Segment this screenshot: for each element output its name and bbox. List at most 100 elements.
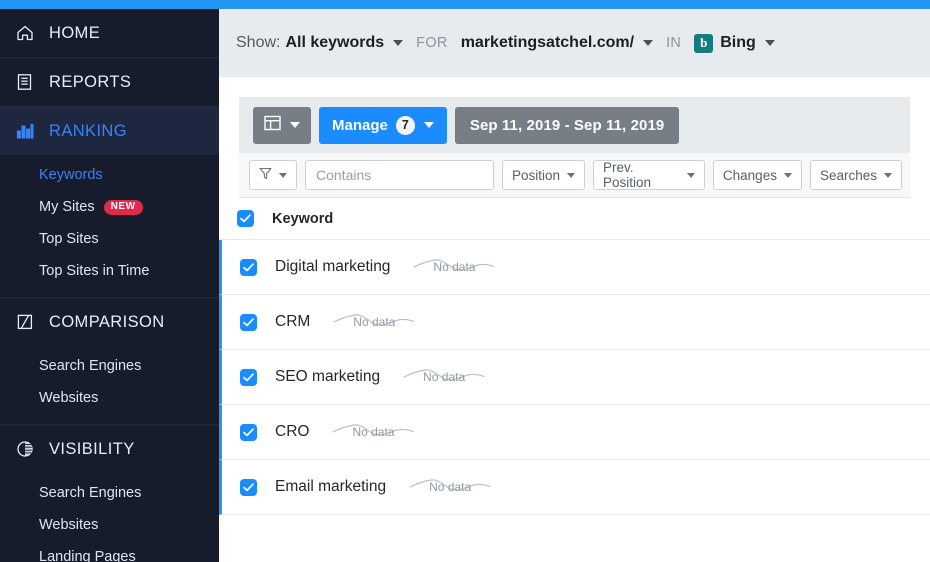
bing-logo-icon: b — [694, 33, 714, 53]
searches-filter-dropdown[interactable]: Searches — [809, 160, 902, 190]
table-row[interactable]: Email marketing No data — [219, 460, 930, 515]
chevron-down-icon — [764, 40, 775, 46]
no-data-label: No data — [352, 425, 395, 439]
contains-search-input[interactable] — [305, 160, 494, 190]
sidebar-item-label: HOME — [49, 23, 101, 42]
keyword-cell: CRM — [275, 313, 311, 330]
sidebar-item-label: VISIBILITY — [49, 439, 135, 458]
spacer — [219, 77, 930, 97]
chevron-down-icon — [279, 172, 287, 178]
for-label: FOR — [416, 35, 448, 51]
keyword-cell: SEO marketing — [275, 368, 381, 385]
keyword-column-header: Keyword — [272, 210, 334, 227]
row-checkbox[interactable] — [240, 368, 257, 386]
sidebar-subitem-label: Top Sites in Time — [39, 263, 150, 279]
table-row[interactable]: Digital marketing No data — [219, 240, 930, 295]
chevron-down-icon — [423, 122, 434, 128]
sidebar-subitem-label: Landing Pages — [39, 549, 136, 562]
sidebar-item-search-engines[interactable]: Search Engines — [0, 350, 219, 382]
in-label: IN — [666, 35, 682, 51]
row-checkbox[interactable] — [240, 478, 257, 496]
sidebar-item-my-sites[interactable]: My Sites NEW — [0, 191, 219, 223]
table-row[interactable]: CRO No data — [219, 405, 930, 460]
sidebar-item-top-sites[interactable]: Top Sites — [0, 223, 219, 255]
chevron-down-icon — [686, 172, 695, 178]
chevron-down-icon — [393, 40, 404, 46]
date-range-button[interactable]: Sep 11, 2019 - Sep 11, 2019 — [454, 106, 680, 144]
manage-label: Manage — [332, 116, 388, 134]
sidebar-item-search-engines[interactable]: Search Engines — [0, 477, 219, 509]
no-data-label: No data — [423, 370, 466, 384]
sidebar-item-ranking[interactable]: RANKING — [0, 107, 219, 155]
sidebar-subnav: Search Engines Websites — [0, 346, 219, 424]
no-data-label: No data — [433, 260, 476, 274]
sidebar-group-ranking: RANKING Keywords My Sites NEW Top Sites Top S… — [0, 107, 219, 298]
sidebar-item-label: RANKING — [49, 121, 127, 140]
sidebar-subitem-label: Search Engines — [39, 358, 142, 374]
changes-filter-dropdown[interactable]: Changes — [712, 160, 802, 190]
show-label: Show: — [236, 34, 281, 51]
row-checkbox[interactable] — [240, 423, 257, 441]
visibility-icon — [14, 438, 36, 460]
sidebar-group-reports: REPORTS — [0, 58, 219, 107]
comparison-icon — [14, 311, 36, 333]
funnel-icon — [259, 167, 272, 183]
position-filter-dropdown[interactable]: Position — [502, 160, 586, 190]
sidebar-item-reports[interactable]: REPORTS — [0, 58, 219, 106]
sidebar-group-visibility: VISIBILITY Search Engines Websites Landing … — [0, 425, 219, 562]
new-badge: NEW — [103, 199, 143, 215]
search-engine-dropdown[interactable]: b Bing — [694, 33, 775, 53]
row-checkbox[interactable] — [240, 258, 257, 276]
searches-filter-label: Searches — [819, 167, 877, 183]
sidebar-subitem-label: Search Engines — [39, 485, 142, 501]
sidebar-item-websites[interactable]: Websites — [0, 382, 219, 414]
chevron-down-icon — [290, 122, 300, 128]
keyword-cell: CRO — [275, 423, 310, 440]
prev-position-filter-dropdown[interactable]: Prev. Position — [593, 160, 705, 190]
sidebar-item-visibility[interactable]: VISIBILITY — [0, 425, 219, 473]
sidebar-subitem-label: Keywords — [39, 167, 103, 183]
sidebar-item-comparison[interactable]: COMPARISON — [0, 298, 219, 346]
chevron-down-icon — [643, 40, 654, 46]
site-value: marketingsatchel.com/ — [460, 34, 635, 51]
sidebar-item-home[interactable]: HOME — [0, 9, 219, 57]
sidebar-subitem-label: Websites — [39, 517, 99, 533]
sidebar-subnav: Keywords My Sites NEW Top Sites Top Sites in… — [0, 155, 219, 297]
sidebar: HOME REPORTS RANKING Keywords My Sites NEW Top… — [0, 0, 219, 562]
ranking-icon — [14, 120, 36, 142]
show-keywords-dropdown[interactable]: Show: All keywords — [236, 34, 404, 52]
select-all-checkbox[interactable] — [237, 210, 254, 227]
sidebar-item-keywords[interactable]: Keywords — [0, 159, 219, 191]
sidebar-item-landing-pages[interactable]: Landing Pages — [0, 541, 219, 562]
chevron-down-icon — [884, 172, 892, 178]
sparkline-chart: No data — [412, 254, 496, 280]
sidebar-item-label: COMPARISON — [49, 312, 165, 331]
site-dropdown[interactable]: marketingsatchel.com/ — [460, 34, 654, 52]
sidebar-item-websites[interactable]: Websites — [0, 509, 219, 541]
sparkline-chart: No data — [408, 474, 492, 500]
manage-button[interactable]: Manage 7 — [319, 106, 447, 144]
no-data-label: No data — [353, 315, 396, 329]
table-row[interactable]: CRM No data — [219, 295, 930, 350]
table-toolbar: Manage 7 Sep 11, 2019 - Sep 11, 2019 — [239, 97, 910, 153]
context-filter-bar: Show: All keywords FOR marketingsatchel.… — [219, 9, 930, 77]
app-root: HOME REPORTS RANKING Keywords My Sites NEW Top… — [0, 0, 930, 562]
main-content: Show: All keywords FOR marketingsatchel.… — [219, 0, 930, 562]
manage-count-badge: 7 — [395, 115, 415, 135]
column-settings-button[interactable] — [253, 106, 311, 144]
sparkline-chart: No data — [402, 364, 486, 390]
filter-funnel-button[interactable] — [249, 160, 297, 190]
table-header-row: Keyword — [219, 198, 930, 240]
sidebar-subitem-label: Top Sites — [39, 231, 99, 247]
reports-icon — [14, 71, 36, 93]
sparkline-chart: No data — [332, 309, 416, 335]
table-row[interactable]: SEO marketing No data — [219, 350, 930, 405]
sidebar-item-top-sites-in-time[interactable]: Top Sites in Time — [0, 255, 219, 287]
filter-bar: Position Prev. Position Changes Searches — [239, 153, 910, 198]
row-checkbox[interactable] — [240, 313, 257, 331]
prev-position-filter-label: Prev. Position — [603, 160, 652, 190]
engine-value: Bing — [720, 34, 756, 51]
sidebar-subitem-label: My Sites — [39, 199, 95, 215]
sidebar-group-comparison: COMPARISON Search Engines Websites — [0, 298, 219, 425]
show-value: All keywords — [285, 34, 385, 51]
